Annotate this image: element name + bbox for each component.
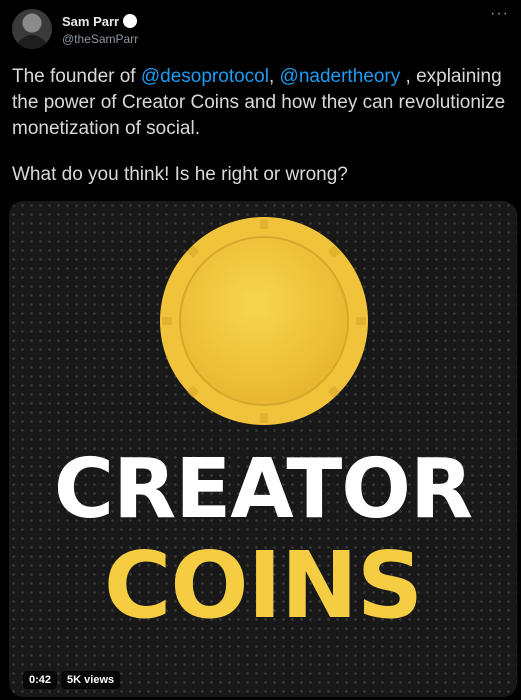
author-name-row: Sam Parr [62, 12, 138, 30]
mention-desoprotocol[interactable]: @desoprotocol [141, 66, 269, 87]
author-handle[interactable]: @theSamParr [62, 32, 138, 46]
tweet-paragraph-1: The founder of @desoprotocol, @nadertheo… [12, 64, 507, 142]
video-title-creator: CREATOR [53, 442, 473, 537]
author-display-name[interactable]: Sam Parr [62, 14, 119, 29]
tweet: Sam Parr @theSamParr ··· The founder of … [0, 0, 521, 700]
avatar-shoulders [16, 35, 48, 49]
video-duration: 0:42 [23, 671, 58, 689]
video-player[interactable]: CREATOR COINS 0:42 5K views [9, 201, 517, 697]
video-view-count: 5K views [61, 671, 121, 689]
coin-face [179, 236, 349, 406]
tweet-paragraph-2: What do you think! Is he right or wrong? [12, 164, 348, 185]
tweet-text-pre: The founder of [12, 66, 141, 87]
video-title-coins: COINS [103, 532, 423, 639]
tweet-text-mid: , [268, 66, 280, 87]
mention-nadertheory[interactable]: @nadertheory [280, 66, 401, 87]
tweet-text: The founder of @desoprotocol, @nadertheo… [12, 64, 507, 188]
avatar[interactable] [12, 9, 52, 49]
video-meta: 0:42 5K views [23, 671, 121, 689]
tweet-header: Sam Parr @theSamParr ··· [12, 6, 509, 53]
verified-badge-icon [123, 14, 138, 28]
more-horizontal-icon[interactable]: ··· [485, 6, 509, 27]
